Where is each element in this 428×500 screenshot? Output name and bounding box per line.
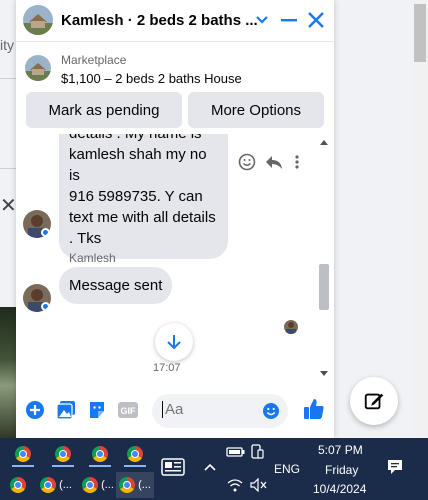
message-scrollbar[interactable] — [316, 138, 332, 382]
listing-title[interactable]: $1,100 – 2 beds 2 baths House — [61, 71, 242, 86]
status-badge — [41, 228, 50, 237]
chrome-taskbar-app[interactable] — [46, 441, 80, 467]
photo-icon[interactable] — [56, 400, 76, 420]
chrome-icon — [127, 446, 143, 462]
app-label: (... — [138, 479, 151, 491]
message-line: . Tks — [69, 230, 102, 247]
chrome-taskbar-app[interactable]: (... — [36, 472, 76, 498]
notification-icon[interactable] — [386, 458, 404, 476]
listing-source: Marketplace — [61, 53, 127, 67]
chrome-taskbar-app[interactable] — [0, 472, 36, 498]
svg-text:GIF: GIF — [121, 406, 137, 416]
app-indicator — [52, 465, 74, 467]
more-options-button[interactable]: More Options — [188, 92, 324, 128]
app-indicator — [89, 465, 111, 467]
chrome-icon — [15, 446, 31, 462]
app-label: (... — [59, 479, 72, 491]
react-icon[interactable] — [238, 153, 256, 171]
divider — [0, 78, 16, 79]
scrollbar-thumb[interactable] — [414, 4, 426, 62]
background-text: ity — [0, 37, 14, 53]
chrome-icon — [82, 477, 99, 493]
timestamp: 17:07 — [153, 362, 181, 374]
sender-name: Kamlesh — [69, 251, 116, 265]
avatar[interactable] — [23, 284, 51, 312]
chrome-taskbar-app[interactable] — [83, 441, 117, 467]
message-list: details . My name is kamlesh shah my no … — [16, 134, 334, 382]
message-input-wrapper — [152, 394, 288, 428]
listing-card: Marketplace $1,100 – 2 beds 2 baths Hous… — [16, 42, 334, 134]
close-icon[interactable]: ✕ — [0, 193, 17, 218]
scroll-up-arrow[interactable] — [320, 140, 328, 145]
clock-time[interactable]: 5:07 PM — [318, 443, 363, 457]
divider — [0, 168, 16, 169]
chevron-up-icon[interactable] — [203, 462, 217, 472]
background-photo — [0, 307, 16, 438]
close-icon[interactable] — [306, 10, 326, 35]
app-indicator — [12, 465, 34, 467]
chrome-icon — [10, 477, 26, 493]
message-line: 916 5989735. Y can — [69, 188, 203, 205]
app-label: (... — [101, 479, 114, 491]
chevron-down-icon[interactable] — [255, 10, 269, 35]
news-widget-icon[interactable] — [161, 458, 185, 476]
scroll-to-bottom-button[interactable] — [155, 323, 193, 361]
listing-thumbnail[interactable] — [25, 55, 51, 81]
like-icon[interactable] — [302, 397, 326, 421]
scroll-down-arrow[interactable] — [320, 371, 328, 376]
chat-header: Kamlesh · 2 beds 2 baths ... — [16, 0, 334, 42]
chat-window: Kamlesh · 2 beds 2 baths ... Marketplace… — [16, 0, 334, 438]
avatar[interactable] — [23, 210, 51, 238]
mark-as-pending-button[interactable]: Mark as pending — [26, 92, 182, 128]
page-scrollbar[interactable] — [412, 0, 428, 438]
chat-title[interactable]: Kamlesh · 2 beds 2 baths ... — [61, 12, 258, 29]
message-input[interactable] — [162, 401, 262, 418]
wifi-icon[interactable] — [226, 478, 244, 492]
chrome-icon — [119, 477, 136, 493]
more-icon[interactable] — [292, 153, 302, 171]
chrome-icon — [55, 446, 71, 462]
volume-muted-icon[interactable] — [250, 478, 268, 492]
app-indicator — [124, 465, 146, 467]
minimize-icon[interactable] — [280, 10, 298, 35]
sticker-icon[interactable] — [87, 400, 107, 420]
scrollbar-thumb[interactable] — [319, 264, 329, 310]
composer: GIF — [16, 382, 334, 438]
clock-day[interactable]: Friday — [325, 463, 358, 477]
gif-icon[interactable]: GIF — [117, 400, 139, 420]
message-bubble[interactable]: details . My name is kamlesh shah my no … — [59, 134, 228, 259]
chrome-icon — [40, 477, 57, 493]
chrome-taskbar-app[interactable] — [118, 441, 152, 467]
chrome-taskbar-app[interactable] — [6, 441, 40, 467]
compose-icon — [364, 393, 384, 410]
taskbar: (... (... (... ENG 5:07 PM Friday 10/4/2… — [0, 438, 428, 500]
language-indicator[interactable]: ENG — [274, 462, 300, 476]
message-line: text me with all details — [69, 209, 216, 226]
seen-avatar — [284, 320, 298, 334]
plus-icon[interactable] — [25, 400, 45, 420]
battery-icon[interactable] — [226, 446, 246, 458]
status-badge — [41, 302, 50, 311]
clock-date[interactable]: 10/4/2024 — [313, 482, 366, 496]
chrome-taskbar-app[interactable]: (... — [78, 472, 118, 498]
chrome-icon — [92, 446, 108, 462]
arrow-down-icon — [167, 335, 181, 350]
phone-link-icon[interactable] — [250, 444, 264, 460]
reply-icon[interactable] — [264, 153, 284, 171]
message-actions — [238, 153, 302, 171]
listing-thumbnail[interactable] — [23, 5, 53, 35]
new-message-button[interactable] — [350, 377, 398, 425]
message-line: kamlesh shah my no is — [69, 146, 207, 184]
message-line: details . My name is — [69, 134, 218, 144]
message-bubble[interactable]: Message sent — [59, 267, 173, 304]
chrome-taskbar-app[interactable]: (... — [116, 472, 154, 498]
emoji-icon[interactable] — [262, 402, 280, 420]
